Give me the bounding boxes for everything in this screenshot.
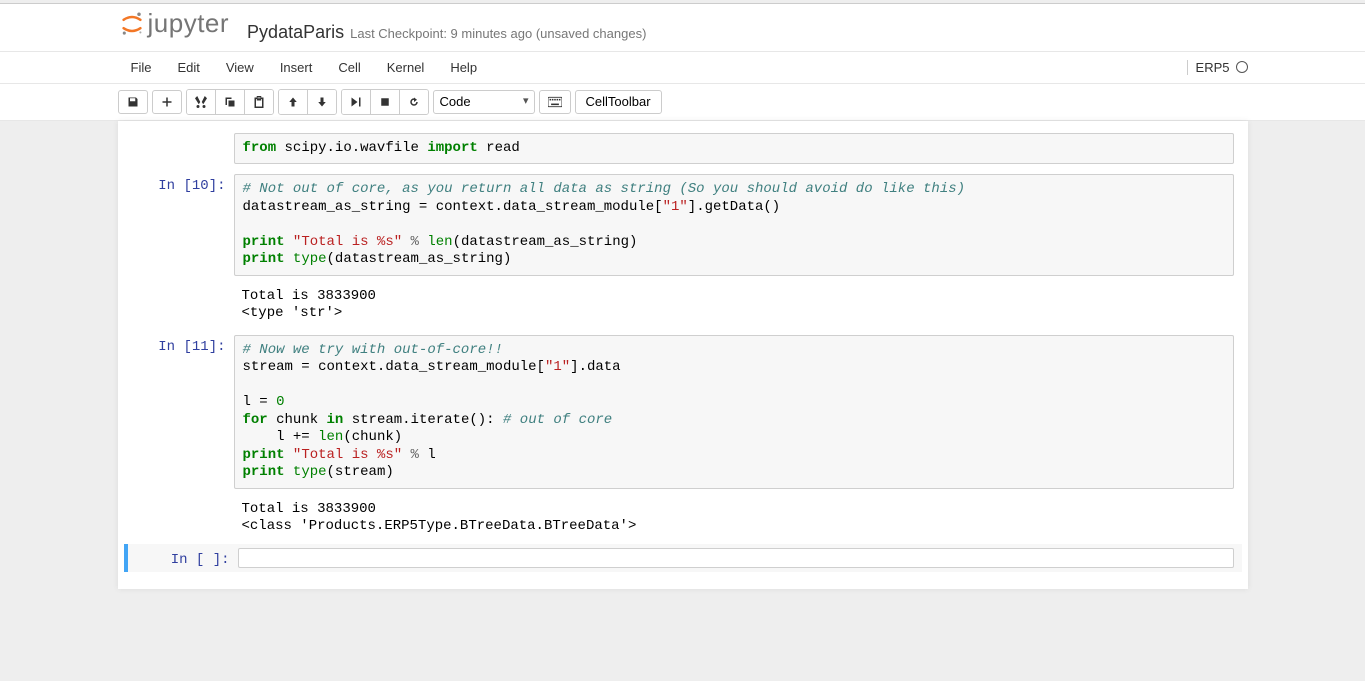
jupyter-logo[interactable]: jupyter <box>118 8 230 39</box>
code-input[interactable] <box>238 548 1234 568</box>
menu-cell[interactable]: Cell <box>325 54 373 81</box>
toolbar: Code CellToolbar <box>118 86 1248 118</box>
restart-button[interactable] <box>400 90 428 114</box>
restart-icon <box>408 96 420 108</box>
celltoolbar-button[interactable]: CellToolbar <box>575 90 662 114</box>
jupyter-icon <box>118 10 146 38</box>
cell-output: Total is 3833900 <type 'str'> <box>124 282 1242 329</box>
stop-icon <box>379 96 391 108</box>
input-prompt: In [11]: <box>124 335 234 489</box>
save-icon <box>127 96 139 108</box>
cell-output: Total is 3833900 <class 'Products.ERP5Ty… <box>124 495 1242 542</box>
copy-button[interactable] <box>216 90 245 114</box>
menu-kernel[interactable]: Kernel <box>374 54 438 81</box>
run-button[interactable] <box>342 90 371 114</box>
paste-icon <box>253 96 265 108</box>
menu-view[interactable]: View <box>213 54 267 81</box>
code-cell[interactable]: In [11]: # Now we try with out-of-core!!… <box>124 331 1242 493</box>
code-cell[interactable]: from scipy.io.wavfile import read <box>124 129 1242 169</box>
paste-button[interactable] <box>245 90 273 114</box>
add-cell-button[interactable] <box>152 90 182 114</box>
interrupt-button[interactable] <box>371 90 400 114</box>
output-text: Total is 3833900 <type 'str'> <box>234 282 1234 329</box>
menu-file[interactable]: File <box>118 54 165 81</box>
kernel-status-icon <box>1236 61 1248 73</box>
menubar: File Edit View Insert Cell Kernel Help <box>118 54 491 81</box>
code-cell-selected[interactable]: In [ ]: <box>124 544 1242 572</box>
arrow-up-icon <box>287 96 299 108</box>
kernel-indicator[interactable]: ERP5 <box>1187 60 1248 75</box>
save-button[interactable] <box>118 90 148 114</box>
input-prompt <box>124 133 234 165</box>
copy-icon <box>224 96 236 108</box>
notebook-container: from scipy.io.wavfile import read In [10… <box>118 121 1248 589</box>
menu-edit[interactable]: Edit <box>164 54 212 81</box>
logo-text: jupyter <box>148 8 230 39</box>
move-up-button[interactable] <box>279 90 308 114</box>
move-down-button[interactable] <box>308 90 336 114</box>
step-forward-icon <box>350 96 362 108</box>
code-cell[interactable]: In [10]: # Not out of core, as you retur… <box>124 170 1242 280</box>
notebook-name[interactable]: PydataParis <box>247 22 344 43</box>
plus-icon <box>161 96 173 108</box>
cut-button[interactable] <box>187 90 216 114</box>
code-input[interactable]: from scipy.io.wavfile import read <box>234 133 1234 165</box>
keyboard-icon <box>548 96 562 108</box>
command-palette-button[interactable] <box>539 90 571 114</box>
cell-type-select[interactable]: Code <box>433 90 535 114</box>
menu-insert[interactable]: Insert <box>267 54 326 81</box>
input-prompt: In [10]: <box>124 174 234 276</box>
menu-help[interactable]: Help <box>437 54 490 81</box>
cut-icon <box>195 96 207 108</box>
checkpoint-status: Last Checkpoint: 9 minutes ago (unsaved … <box>350 26 646 41</box>
kernel-name: ERP5 <box>1196 60 1230 75</box>
code-input[interactable]: # Not out of core, as you return all dat… <box>234 174 1234 276</box>
output-text: Total is 3833900 <class 'Products.ERP5Ty… <box>234 495 1234 542</box>
code-input[interactable]: # Now we try with out-of-core!! stream =… <box>234 335 1234 489</box>
arrow-down-icon <box>316 96 328 108</box>
input-prompt: In [ ]: <box>128 548 238 568</box>
